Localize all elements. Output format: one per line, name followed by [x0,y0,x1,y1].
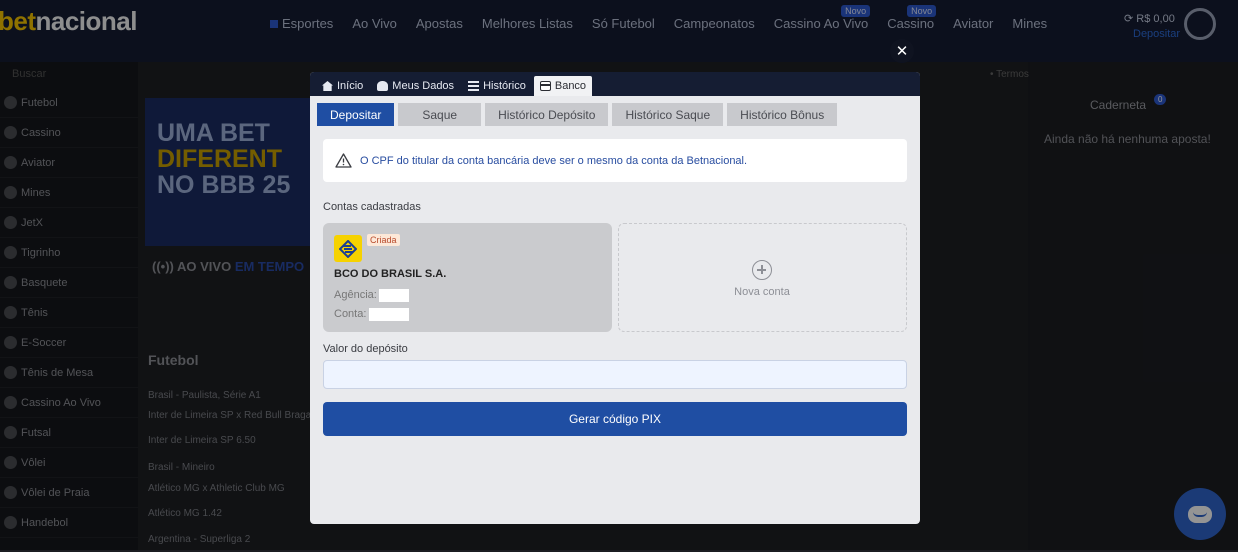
tab-inicio[interactable]: Início [316,76,369,96]
deposit-amount-label: Valor do depósito [323,343,408,355]
cpf-alert: O CPF do titular da conta bancária deve … [323,139,907,182]
subtab-saque[interactable]: Saque [398,103,482,126]
registered-accounts-label: Contas cadastradas [323,201,421,213]
bank-account-card[interactable]: Criada BCO DO BRASIL S.A. Agência: Conta… [323,223,612,332]
home-icon [322,81,333,91]
account-value [369,308,409,321]
account-label: Conta: [334,308,367,320]
new-account-label: Nova conta [734,286,790,298]
modal-sub-tabs: Depositar Saque Histórico Depósito Histó… [317,103,838,126]
list-icon [468,81,480,91]
agency-value [379,289,409,302]
plus-circle-icon [752,260,772,280]
modal-top-tabs: Início Meus Dados Histórico Banco [310,72,920,96]
bank-name: BCO DO BRASIL S.A. [334,268,447,280]
new-account-card[interactable]: Nova conta [618,223,907,332]
close-modal-button[interactable]: ✕ [890,39,914,63]
warning-icon [335,153,352,168]
alert-text: O CPF do titular da conta bancária deve … [360,154,748,167]
generate-pix-button[interactable]: Gerar código PIX [323,402,907,436]
agency-label: Agência: [334,289,377,301]
status-badge: Criada [367,234,400,246]
credit-card-icon [539,81,551,91]
subtab-historico-bonus[interactable]: Histórico Bônus [727,103,838,126]
tab-meus-dados[interactable]: Meus Dados [371,76,460,96]
bank-modal: Início Meus Dados Histórico Banco Deposi… [310,72,920,524]
subtab-historico-deposito[interactable]: Histórico Depósito [485,103,609,126]
subtab-historico-saque[interactable]: Histórico Saque [612,103,724,126]
tab-banco[interactable]: Banco [533,76,593,96]
tab-historico[interactable]: Histórico [462,76,532,96]
subtab-depositar[interactable]: Depositar [317,103,395,126]
banco-do-brasil-logo-icon [334,235,362,262]
user-icon [377,81,389,91]
deposit-amount-input[interactable] [323,360,907,389]
